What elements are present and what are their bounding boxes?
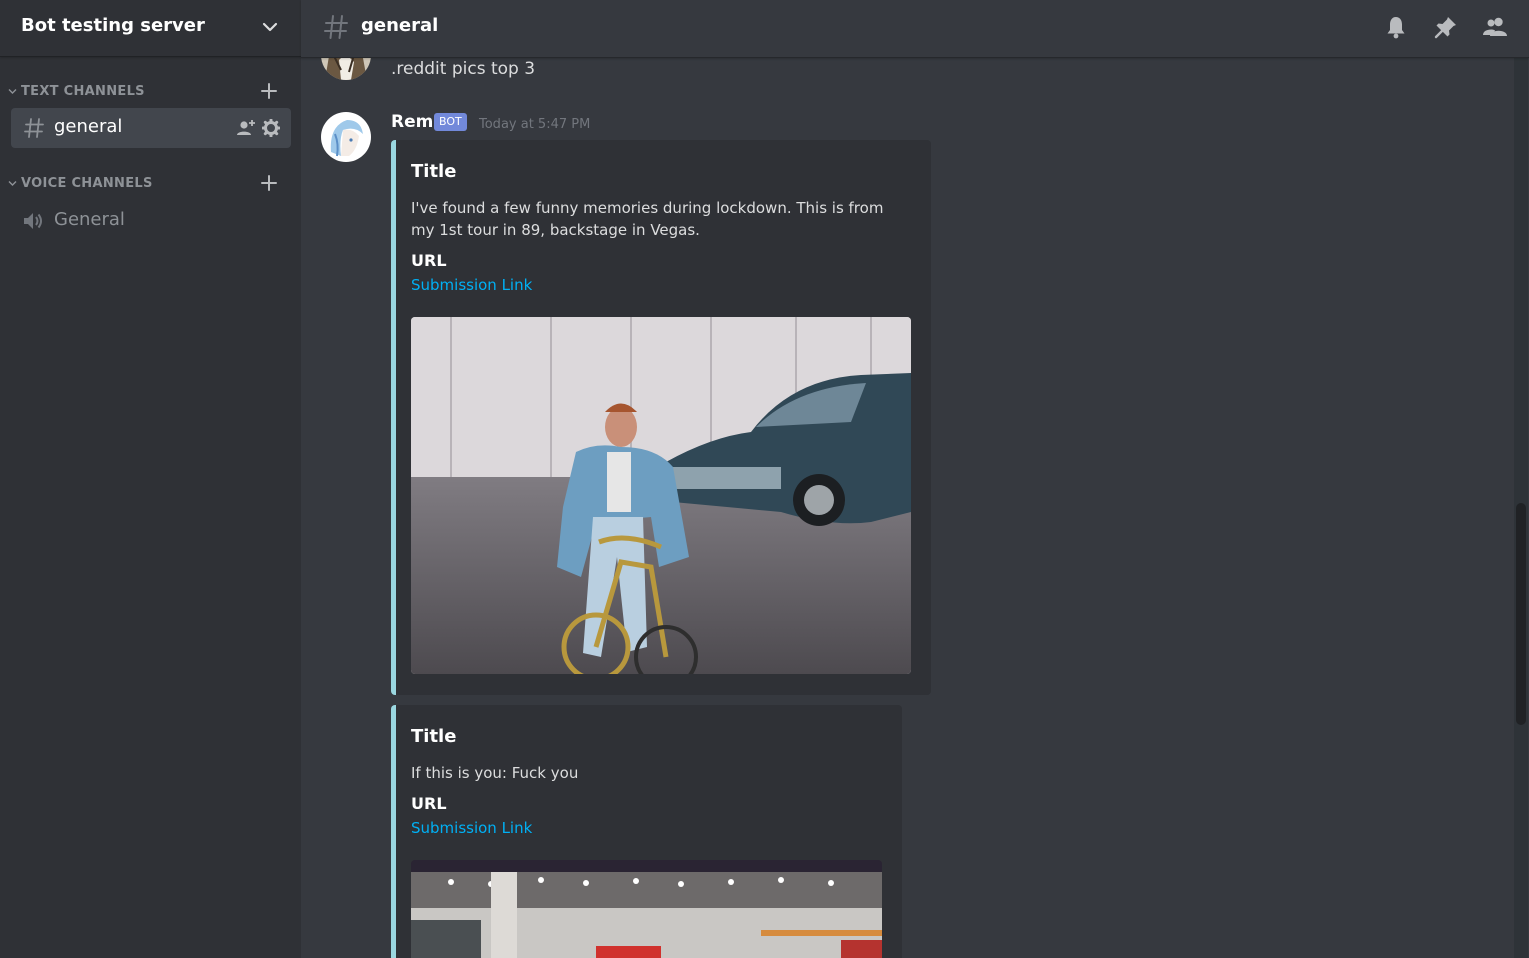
submission-link[interactable]: Submission Link <box>411 276 532 294</box>
channel-label: general <box>54 116 123 137</box>
category-text-channels[interactable]: TEXT CHANNELS <box>8 82 293 102</box>
embed-field-name: Title <box>411 161 457 182</box>
pin-icon[interactable] <box>1433 14 1459 40</box>
hash-icon <box>24 118 44 138</box>
collapse-caret-icon <box>8 181 17 186</box>
submission-link[interactable]: Submission Link <box>411 819 532 837</box>
embed-card: Title If this is you: Fuck you URL Submi… <box>391 705 902 958</box>
voice-channel-label: General <box>54 209 125 230</box>
embed-url-name: URL <box>411 251 447 270</box>
plus-icon[interactable] <box>261 83 277 99</box>
embed-image[interactable] <box>411 860 882 958</box>
gear-icon[interactable] <box>262 119 280 137</box>
channel-title: general <box>361 15 439 36</box>
scrollbar-thumb[interactable] <box>1516 503 1526 725</box>
add-member-icon[interactable] <box>236 119 256 137</box>
members-icon[interactable] <box>1482 14 1508 40</box>
server-name: Bot testing server <box>21 15 205 36</box>
category-label: VOICE CHANNELS <box>21 176 153 191</box>
category-voice-channels[interactable]: VOICE CHANNELS <box>8 174 293 194</box>
voice-channel-general[interactable]: General <box>11 201 291 241</box>
hash-icon <box>324 15 348 39</box>
avatar[interactable] <box>321 112 371 162</box>
channel-item-general[interactable]: general <box>11 108 291 148</box>
message-content: .reddit pics top 3 <box>391 59 536 79</box>
message-author[interactable]: Rem <box>391 112 433 132</box>
category-label: TEXT CHANNELS <box>21 84 145 99</box>
chevron-down-icon[interactable] <box>261 18 279 36</box>
plus-icon[interactable] <box>261 175 277 191</box>
channel-header: general <box>301 0 1529 58</box>
bot-tag: BOT <box>434 113 467 131</box>
bell-icon[interactable] <box>1383 14 1409 40</box>
message-timestamp: Today at 5:47 PM <box>479 117 591 132</box>
server-header[interactable]: Bot testing server <box>0 0 301 57</box>
message-list: .reddit pics top 3 Rem BOT Today at 5:47… <box>301 58 1529 958</box>
embed-field-value: If this is you: Fuck you <box>411 764 579 782</box>
embed-field-value: I've found a few funny memories during l… <box>411 199 884 239</box>
embed-field-name: Title <box>411 726 457 747</box>
avatar[interactable] <box>321 58 371 80</box>
embed-image[interactable] <box>411 317 911 674</box>
embed-card: Title I've found a few funny memories du… <box>391 140 931 695</box>
scrollbar[interactable] <box>1514 58 1528 958</box>
speaker-icon <box>24 213 42 229</box>
collapse-caret-icon <box>8 89 17 94</box>
channel-sidebar: Bot testing server TEXT CHANNELS general <box>0 0 301 958</box>
embed-url-name: URL <box>411 794 447 813</box>
